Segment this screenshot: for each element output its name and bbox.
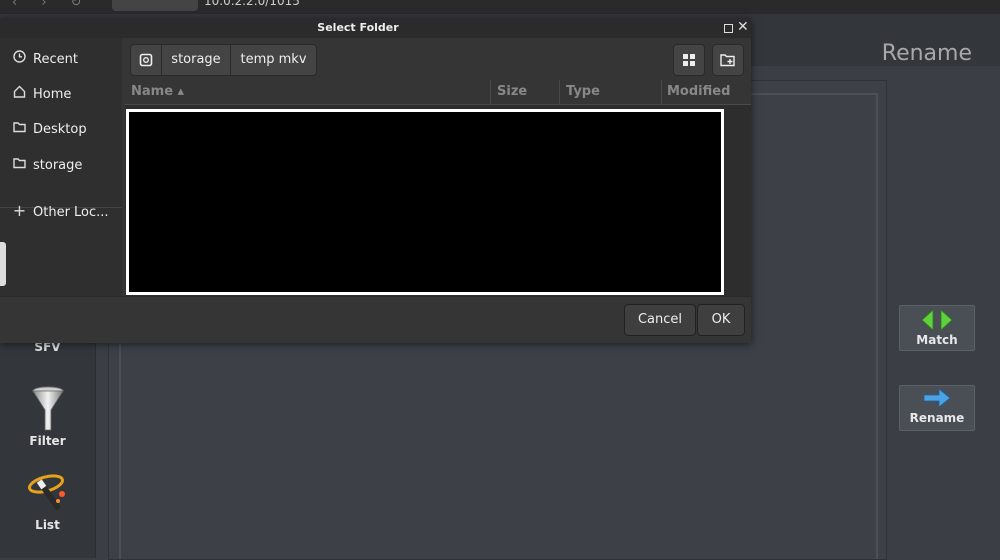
place-label: Other Loc... bbox=[33, 205, 109, 220]
cancel-button[interactable]: Cancel bbox=[624, 304, 696, 336]
place-other-locations[interactable]: + Other Loc... bbox=[12, 201, 109, 220]
tool-list[interactable]: List bbox=[0, 470, 95, 532]
funnel-icon bbox=[31, 386, 64, 431]
page-title: Rename bbox=[881, 41, 972, 66]
view-toggle-button[interactable] bbox=[673, 44, 705, 76]
rename-button[interactable]: Rename bbox=[899, 385, 975, 431]
place-recent[interactable]: Recent bbox=[12, 50, 78, 67]
drive-icon bbox=[139, 53, 153, 67]
new-folder-icon bbox=[720, 54, 735, 67]
rename-arrow-icon bbox=[923, 388, 951, 408]
place-label: storage bbox=[33, 158, 83, 173]
dialog-action-bar: Cancel OK bbox=[0, 296, 751, 343]
path-segment-current[interactable]: temp mkv bbox=[230, 44, 317, 76]
tool-filter[interactable]: Filter bbox=[0, 386, 95, 448]
maximize-icon[interactable] bbox=[724, 24, 733, 33]
tool-list-label: List bbox=[35, 518, 60, 532]
column-type[interactable]: Type bbox=[566, 84, 600, 99]
plus-icon: + bbox=[12, 201, 27, 220]
clock-icon bbox=[12, 50, 27, 67]
place-home[interactable]: Home bbox=[12, 85, 71, 102]
column-separator bbox=[661, 80, 662, 104]
place-label: Home bbox=[33, 87, 72, 102]
browser-toolbar: ‹ › ↻ 10.0.2.2:0/1015 bbox=[0, 0, 1000, 14]
dialog-titlebar: Select Folder ✕ bbox=[0, 18, 751, 38]
place-label: Recent bbox=[33, 52, 78, 67]
folder-icon bbox=[12, 156, 27, 173]
browser-url[interactable]: 10.0.2.2:0/1015 bbox=[204, 0, 300, 8]
close-icon[interactable]: ✕ bbox=[737, 19, 749, 35]
browser-tab[interactable] bbox=[112, 0, 198, 11]
file-list-header: Name ▴ Size Type Modified bbox=[125, 80, 751, 105]
places-sidebar: Recent Home Desktop storage + Other Loc..… bbox=[0, 38, 122, 316]
rename-button-label: Rename bbox=[909, 411, 965, 425]
new-folder-button[interactable] bbox=[712, 44, 744, 76]
tool-filter-label: Filter bbox=[29, 434, 66, 448]
redacted-area bbox=[126, 109, 724, 295]
browser-nav-icons[interactable]: ‹ › ↻ bbox=[12, 0, 92, 10]
select-folder-dialog: Select Folder ✕ Recent Home Desktop stor… bbox=[0, 18, 751, 343]
grid-icon bbox=[683, 54, 695, 66]
folder-icon bbox=[12, 120, 27, 137]
path-segment-storage[interactable]: storage bbox=[161, 44, 231, 76]
column-size[interactable]: Size bbox=[497, 84, 527, 99]
ok-button[interactable]: OK bbox=[697, 304, 745, 336]
resize-handle[interactable] bbox=[0, 242, 6, 286]
place-label: Desktop bbox=[33, 122, 87, 137]
path-drive-button[interactable] bbox=[130, 44, 162, 76]
match-button[interactable]: Match bbox=[899, 305, 975, 351]
match-arrows-icon bbox=[921, 309, 953, 331]
magic-wand-icon bbox=[27, 474, 65, 510]
home-icon bbox=[12, 85, 27, 102]
column-modified[interactable]: Modified bbox=[667, 84, 730, 99]
column-name[interactable]: Name ▴ bbox=[131, 84, 184, 99]
column-separator bbox=[559, 80, 560, 104]
column-separator bbox=[490, 80, 491, 104]
place-storage[interactable]: storage bbox=[12, 156, 82, 173]
match-button-label: Match bbox=[916, 333, 958, 347]
place-desktop[interactable]: Desktop bbox=[12, 120, 87, 137]
dialog-title: Select Folder bbox=[317, 21, 399, 34]
